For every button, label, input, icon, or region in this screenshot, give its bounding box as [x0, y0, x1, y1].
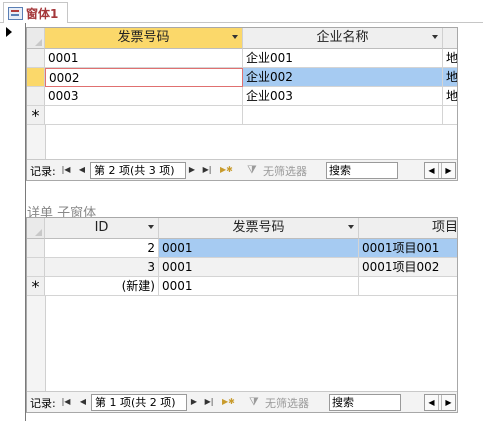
subform-record-navigation: 记录: |◀ ◀ 第 1 项(共 2 项) ▶ ▶| ▶✱ ⧩ 无筛选器 搜索 …: [27, 391, 457, 412]
filter-status[interactable]: 无筛选器: [263, 163, 307, 179]
header-address[interactable]: [443, 28, 457, 49]
scroll-right-icon[interactable]: ▶: [441, 395, 455, 410]
filter-status[interactable]: 无筛选器: [265, 395, 309, 411]
dropdown-arrow-icon[interactable]: [232, 35, 238, 39]
cell-invoice-number[interactable]: 0003: [45, 87, 243, 106]
cell-address[interactable]: 地: [443, 87, 457, 106]
header-invoice-number[interactable]: 发票号码: [45, 28, 243, 49]
select-all-corner[interactable]: [27, 28, 45, 49]
document-tab-bar: 窗体1: [0, 0, 483, 23]
new-record-marker[interactable]: *: [27, 106, 45, 125]
cell-invoice-number[interactable]: 0001: [159, 239, 359, 258]
new-record-icon[interactable]: ▶✱: [220, 164, 233, 175]
cell-item[interactable]: 0001项目002: [359, 258, 457, 277]
cell-new-id[interactable]: (新建): [45, 277, 159, 296]
empty-selector-area: [27, 296, 46, 391]
cell-address[interactable]: 地: [443, 68, 457, 87]
cell-invoice-number[interactable]: 0001: [159, 258, 359, 277]
subform-datasheet[interactable]: ID 发票号码 项目 2 0001 0001项目001 3 0001 0001项…: [26, 217, 458, 413]
tab-label: 窗体1: [26, 7, 59, 21]
dropdown-arrow-icon[interactable]: [432, 35, 438, 39]
filter-icon: ⧩: [249, 395, 259, 408]
main-record-navigation: 记录: |◀ ◀ 第 2 项(共 3 项) ▶ ▶| ▶✱ ⧩ 无筛选器 搜索 …: [27, 159, 457, 180]
header-item[interactable]: 项目: [359, 218, 458, 239]
cell-new-invoice-number[interactable]: 0001: [159, 277, 359, 296]
header-label: 项目: [431, 220, 458, 235]
row-selector-current[interactable]: [27, 68, 45, 87]
form-icon: [8, 7, 23, 20]
horizontal-scrollbar[interactable]: ◀ ▶: [424, 162, 456, 179]
current-record-field[interactable]: 第 1 项(共 2 项): [91, 394, 187, 411]
row-selector[interactable]: [27, 49, 45, 68]
cell-company-name[interactable]: 企业003: [243, 87, 443, 106]
last-record-icon[interactable]: ▶|: [204, 396, 214, 407]
row-selector[interactable]: [27, 258, 45, 277]
cell-company-name[interactable]: 企业001: [243, 49, 443, 68]
cell-invoice-number-editing[interactable]: 0002: [45, 68, 243, 87]
header-label: 企业名称: [316, 30, 369, 45]
cell-invoice-number[interactable]: 0001: [45, 49, 243, 68]
filter-icon: ⧩: [247, 163, 257, 176]
row-selector[interactable]: [27, 239, 45, 258]
cell-new-invoice-number[interactable]: [45, 106, 243, 125]
next-record-icon[interactable]: ▶: [189, 396, 199, 407]
nav-label: 记录:: [30, 165, 56, 178]
header-company-name[interactable]: 企业名称: [243, 28, 443, 49]
current-record-arrow-icon: [6, 27, 12, 37]
header-label: 发票号码: [117, 30, 170, 45]
dropdown-arrow-icon[interactable]: [348, 225, 354, 229]
cell-id[interactable]: 3: [45, 258, 159, 277]
header-label: 发票号码: [232, 220, 285, 235]
select-all-corner[interactable]: [27, 218, 45, 239]
tab-form1[interactable]: 窗体1: [3, 2, 68, 23]
new-record-marker[interactable]: *: [27, 277, 45, 296]
next-record-icon[interactable]: ▶: [187, 164, 197, 175]
dropdown-arrow-icon[interactable]: [148, 225, 154, 229]
last-record-icon[interactable]: ▶|: [202, 164, 212, 175]
first-record-icon[interactable]: |◀: [61, 164, 71, 175]
empty-selector-area: [27, 125, 46, 159]
cell-new-address[interactable]: [443, 106, 457, 125]
header-id[interactable]: ID: [45, 218, 159, 239]
row-selector[interactable]: [27, 87, 45, 106]
search-input[interactable]: 搜索: [326, 162, 398, 179]
nav-label: 记录:: [30, 397, 56, 410]
cell-company-name[interactable]: 企业002: [243, 68, 443, 87]
header-invoice-number[interactable]: 发票号码: [159, 218, 359, 239]
cell-new-item[interactable]: [359, 277, 457, 296]
horizontal-scrollbar[interactable]: ◀ ▶: [424, 394, 456, 411]
cell-item[interactable]: 0001项目001: [359, 239, 457, 258]
scroll-left-icon[interactable]: ◀: [425, 163, 439, 178]
first-record-icon[interactable]: |◀: [61, 396, 71, 407]
previous-record-icon[interactable]: ◀: [78, 396, 88, 407]
main-datasheet[interactable]: 发票号码 企业名称 0001 企业001 地 0002 企业002 地 0003…: [26, 27, 458, 181]
search-input[interactable]: 搜索: [329, 394, 401, 411]
cell-id[interactable]: 2: [45, 239, 159, 258]
form-record-selector-bar[interactable]: [18, 23, 26, 421]
cell-new-company-name[interactable]: [243, 106, 443, 125]
header-label: ID: [94, 220, 109, 235]
new-record-icon[interactable]: ▶✱: [222, 396, 235, 407]
previous-record-icon[interactable]: ◀: [77, 164, 87, 175]
current-record-field[interactable]: 第 2 项(共 3 项): [90, 162, 186, 179]
scroll-left-icon[interactable]: ◀: [425, 395, 439, 410]
cell-address[interactable]: 地: [443, 49, 457, 68]
scroll-right-icon[interactable]: ▶: [441, 163, 455, 178]
